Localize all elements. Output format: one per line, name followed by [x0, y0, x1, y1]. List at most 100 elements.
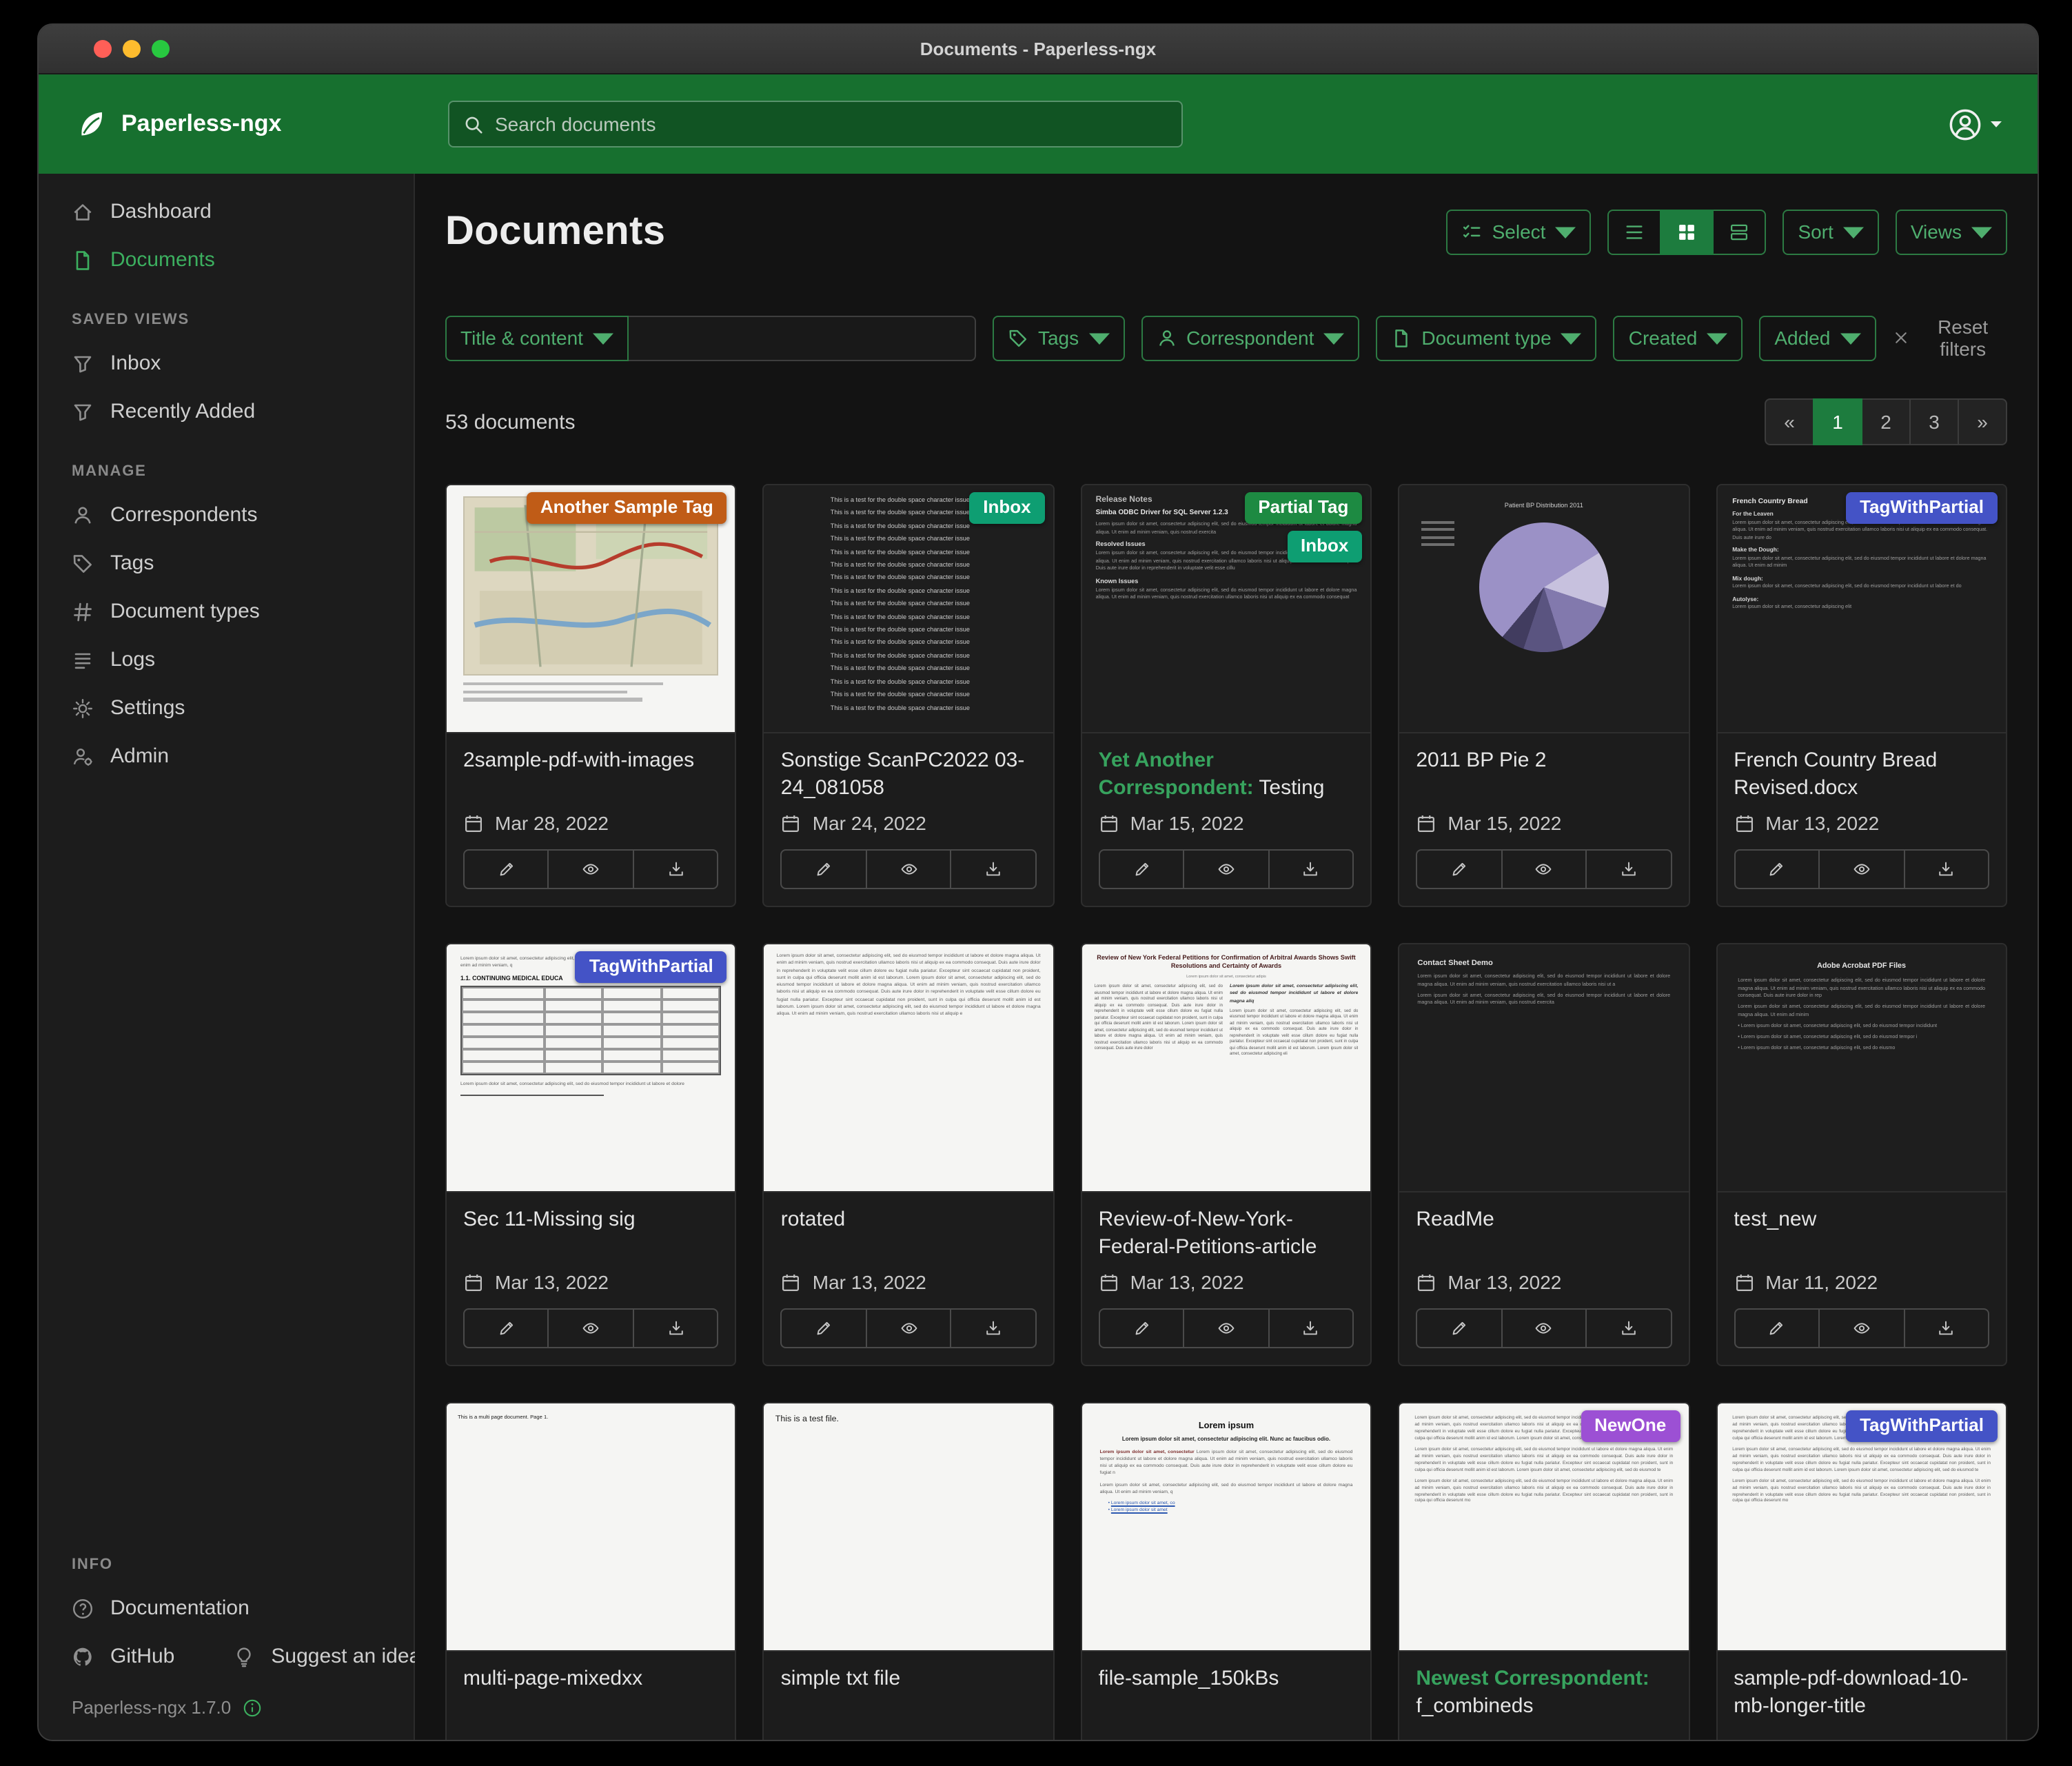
document-title[interactable]: Review-of-New-York-Federal-Petitions-art… [1099, 1206, 1354, 1262]
sidebar-item-logs[interactable]: Logs [39, 636, 414, 684]
document-thumbnail[interactable]: This is a test file. [764, 1403, 1053, 1652]
tag-badge[interactable]: TagWithPartial [576, 951, 727, 983]
edit-document-button[interactable] [465, 851, 548, 888]
sidebar-item-documentation[interactable]: Documentation [39, 1584, 414, 1632]
pagination-page-3[interactable]: 3 [1909, 398, 1959, 445]
download-document-button[interactable] [951, 1310, 1035, 1347]
edit-document-button[interactable] [1417, 851, 1501, 888]
document-thumbnail[interactable]: Release NotesSimba ODBC Driver for SQL S… [1082, 485, 1371, 733]
tag-badge[interactable]: Another Sample Tag [527, 492, 727, 524]
views-button[interactable]: Views [1896, 209, 2007, 254]
correspondent-link[interactable]: Yet Another Correspondent: [1099, 749, 1254, 800]
document-thumbnail[interactable]: Patient BP Distribution 2011 [1399, 485, 1688, 733]
document-title[interactable]: French Country Bread Revised.docx [1734, 747, 1989, 803]
document-title[interactable]: Newest Correspondent: f_combineds [1416, 1665, 1672, 1721]
pagination-page-1[interactable]: 1 [1813, 398, 1862, 445]
tag-badge[interactable]: TagWithPartial [1846, 492, 1998, 524]
document-thumbnail[interactable]: This is a multi page document. Page 1. [447, 1403, 735, 1652]
view-grid-button[interactable] [1660, 209, 1714, 254]
created-filter-button[interactable]: Created [1614, 315, 1743, 361]
select-button[interactable]: Select [1447, 209, 1592, 254]
document-thumbnail[interactable]: This is a test for the double space char… [764, 485, 1053, 733]
document-title[interactable]: file-sample_150kBs [1099, 1665, 1354, 1694]
close-window-button[interactable] [94, 40, 112, 58]
sidebar-item-dashboard[interactable]: Dashboard [39, 187, 414, 236]
preview-document-button[interactable] [1184, 851, 1268, 888]
reset-filters-button[interactable]: Reset filters [1892, 316, 2007, 360]
info-icon[interactable] [242, 1698, 261, 1717]
tag-badge[interactable]: Inbox [969, 492, 1044, 524]
document-title[interactable]: simple txt file [781, 1665, 1037, 1694]
document-title[interactable]: Sonstige ScanPC2022 03-24_081058 [781, 747, 1037, 803]
sidebar-item-inbox[interactable]: Inbox [39, 339, 414, 387]
document-title[interactable]: sample-pdf-download-10-mb-longer-title [1734, 1665, 1989, 1721]
document-thumbnail[interactable]: Another Sample Tag [447, 485, 735, 733]
sidebar-item-settings[interactable]: Settings [39, 684, 414, 732]
document-thumbnail[interactable]: Lorem ipsumLorem ipsum dolor sit amet, c… [1082, 1403, 1371, 1652]
sidebar-item-github[interactable]: GitHub [39, 1632, 199, 1681]
preview-document-button[interactable] [1818, 851, 1903, 888]
edit-document-button[interactable] [782, 1310, 866, 1347]
download-document-button[interactable] [1268, 851, 1352, 888]
edit-document-button[interactable] [1417, 1310, 1501, 1347]
sidebar-item-documents[interactable]: Documents [39, 236, 414, 284]
zoom-window-button[interactable] [152, 40, 170, 58]
edit-document-button[interactable] [1100, 1310, 1184, 1347]
edit-document-button[interactable] [1735, 1310, 1818, 1347]
download-document-button[interactable] [633, 1310, 718, 1347]
edit-document-button[interactable] [782, 851, 866, 888]
download-document-button[interactable] [1585, 851, 1670, 888]
preview-document-button[interactable] [1501, 851, 1585, 888]
preview-document-button[interactable] [548, 851, 633, 888]
sidebar-item-admin[interactable]: Admin [39, 732, 414, 780]
document-title[interactable]: Yet Another Correspondent: Testing Email [1099, 747, 1354, 805]
preview-document-button[interactable] [548, 1310, 633, 1347]
document-title[interactable]: 2sample-pdf-with-images [463, 747, 719, 775]
edit-document-button[interactable] [1100, 851, 1184, 888]
download-document-button[interactable] [1268, 1310, 1352, 1347]
edit-document-button[interactable] [1735, 851, 1818, 888]
tag-badge[interactable]: Partial Tag [1244, 492, 1362, 524]
view-list-button[interactable] [1607, 209, 1661, 254]
document-title[interactable]: 2011 BP Pie 2 [1416, 747, 1672, 775]
title-content-input[interactable] [629, 315, 976, 361]
document-thumbnail[interactable]: Lorem ipsum dolor sit amet, consectetur … [1399, 1403, 1688, 1652]
correspondent-filter-button[interactable]: Correspondent [1141, 315, 1359, 361]
pagination-next-button[interactable]: » [1958, 398, 2007, 445]
sidebar-item-suggest-an-idea[interactable]: Suggest an idea [199, 1632, 445, 1681]
preview-document-button[interactable] [1501, 1310, 1585, 1347]
added-filter-button[interactable]: Added [1759, 315, 1876, 361]
document-title[interactable]: test_new [1734, 1206, 1989, 1235]
document-title[interactable]: multi-page-mixedxx [463, 1665, 719, 1694]
preview-document-button[interactable] [1818, 1310, 1903, 1347]
document-type-filter-button[interactable]: Document type [1376, 315, 1596, 361]
edit-document-button[interactable] [465, 1310, 548, 1347]
download-document-button[interactable] [633, 851, 718, 888]
document-thumbnail[interactable]: Lorem ipsum dolor sit amet, consectetur … [1717, 1403, 2006, 1652]
document-thumbnail[interactable]: Contact Sheet DemoLorem ipsum dolor sit … [1399, 944, 1688, 1192]
document-title[interactable]: ReadMe [1416, 1206, 1672, 1235]
pagination-prev-button[interactable]: « [1765, 398, 1814, 445]
download-document-button[interactable] [951, 851, 1035, 888]
minimize-window-button[interactable] [123, 40, 141, 58]
download-document-button[interactable] [1585, 1310, 1670, 1347]
brand[interactable]: Paperless-ngx [74, 108, 281, 141]
tags-filter-button[interactable]: Tags [993, 315, 1124, 361]
document-thumbnail[interactable]: Lorem ipsum dolor sit amet, consectetur … [764, 944, 1053, 1192]
title-content-dropdown[interactable]: Title & content [445, 315, 629, 361]
sort-button[interactable]: Sort [1782, 209, 1878, 254]
tag-badge[interactable]: TagWithPartial [1846, 1410, 1998, 1442]
preview-document-button[interactable] [1184, 1310, 1268, 1347]
correspondent-link[interactable]: Newest Correspondent: [1416, 1667, 1649, 1690]
tag-badge[interactable]: NewOne [1581, 1410, 1680, 1442]
search-input[interactable] [495, 113, 1168, 135]
document-thumbnail[interactable]: Adobe Acrobat PDF FilesLorem ipsum dolor… [1717, 944, 2006, 1192]
sidebar-item-recently-added[interactable]: Recently Added [39, 387, 414, 436]
document-thumbnail[interactable]: French Country BreadFor the LeavenLorem … [1717, 485, 2006, 733]
user-menu[interactable] [1948, 74, 2002, 174]
tag-badge[interactable]: Inbox [1287, 531, 1362, 562]
document-title[interactable]: Sec 11-Missing sig [463, 1206, 719, 1235]
sidebar-item-correspondents[interactable]: Correspondents [39, 491, 414, 539]
preview-document-button[interactable] [866, 1310, 951, 1347]
document-thumbnail[interactable]: Lorem ipsum dolor sit amet, consectetur … [447, 944, 735, 1192]
